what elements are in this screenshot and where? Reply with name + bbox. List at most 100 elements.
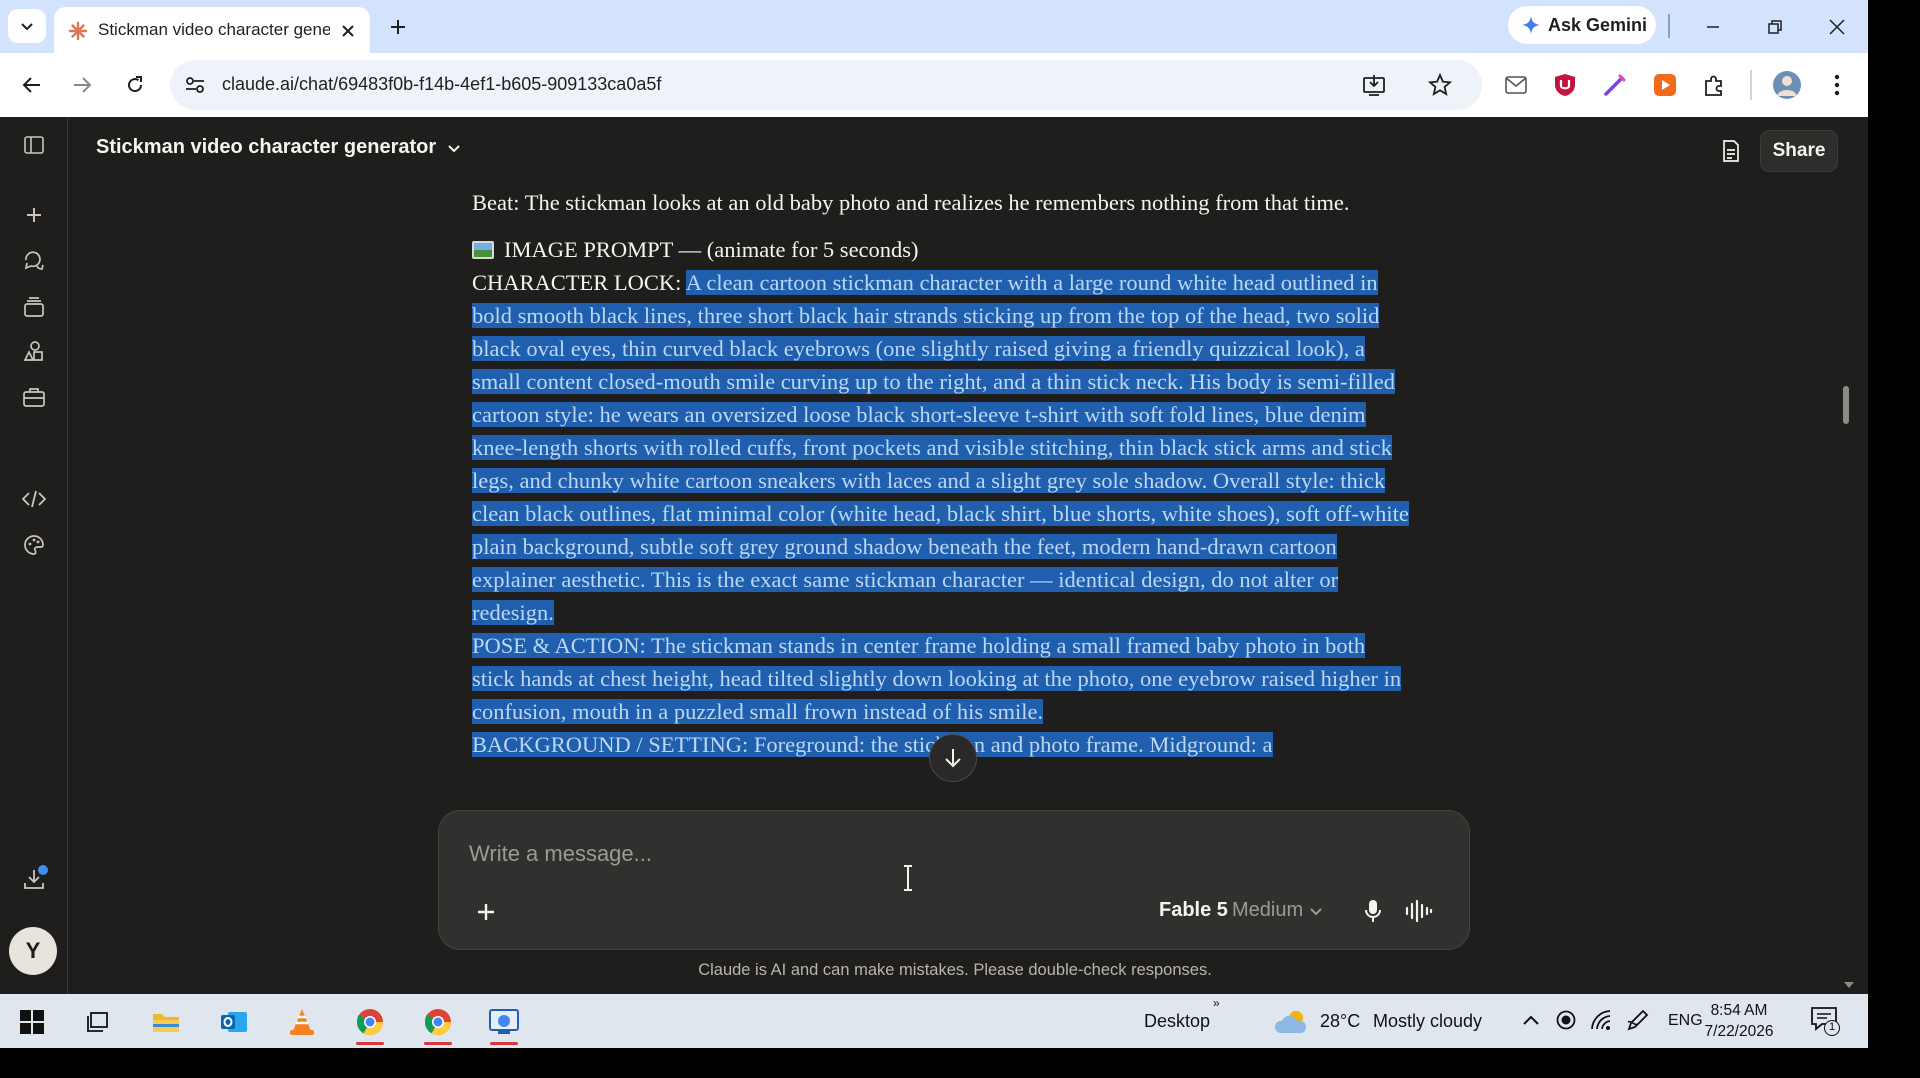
voice-mode-button[interactable] [1401, 895, 1437, 927]
browser-toolbar: claude.ai/chat/69483f0b-f14b-4ef1-b605-9… [0, 53, 1868, 117]
chat-title-button[interactable]: Stickman video character generator [96, 136, 462, 159]
scroll-down-arrow[interactable] [1844, 982, 1854, 988]
screen: Stickman video character gene Ask Gemini [0, 0, 1868, 1048]
claude-favicon-icon [68, 21, 88, 41]
cloud-sun-icon[interactable] [1274, 1009, 1308, 1035]
briefcase-button[interactable] [16, 379, 52, 415]
task-view-icon [87, 1012, 108, 1032]
orange-extension-icon[interactable] [1648, 68, 1682, 102]
browser-tab[interactable]: Stickman video character gene [54, 7, 370, 53]
arrow-left-icon [22, 77, 40, 93]
ask-gemini-label: Ask Gemini [1548, 14, 1648, 35]
clock-date: 7/22/2026 [1704, 1023, 1774, 1040]
chevron-up-icon[interactable] [1522, 1014, 1540, 1026]
bookmark-star-icon[interactable] [1428, 73, 1452, 97]
profile-avatar-icon[interactable] [1770, 68, 1804, 102]
user-avatar[interactable]: Y [9, 927, 57, 975]
notifications-button[interactable]: 1 [1810, 1006, 1842, 1038]
running-indicator [490, 1042, 518, 1045]
extensions-puzzle-icon[interactable] [1697, 68, 1731, 102]
notification-count: 1 [1824, 1020, 1840, 1036]
dictation-button[interactable] [1357, 895, 1389, 927]
document-icon [1723, 140, 1739, 162]
code-button[interactable] [16, 481, 52, 517]
tab-close-button[interactable] [336, 19, 360, 43]
projects-button[interactable] [16, 289, 52, 325]
chrome-menu-icon[interactable] [1820, 68, 1854, 102]
character-lock-paragraph: CHARACTER LOCK: A clean cartoon stickman… [472, 266, 1412, 629]
restore-button[interactable] [1758, 10, 1792, 44]
chat-title: Stickman video character generator [96, 136, 437, 158]
stack-icon [24, 297, 44, 317]
divider [1668, 14, 1670, 38]
palette-button[interactable] [16, 527, 52, 563]
share-button[interactable]: Share [1760, 130, 1838, 172]
tab-title: Stickman video character gene [98, 20, 330, 39]
chats-button[interactable] [16, 243, 52, 279]
chevron-down-icon [21, 23, 33, 31]
chrome-profile-taskbar-button[interactable] [418, 1002, 458, 1045]
tab-search-button[interactable] [8, 9, 46, 43]
effort-selector[interactable]: Medium [1232, 899, 1323, 922]
model-name[interactable]: Fable 5 [1159, 899, 1228, 922]
running-indicator [356, 1042, 384, 1045]
screen-border [0, 1048, 1920, 1078]
address-bar[interactable]: claude.ai/chat/69483f0b-f14b-4ef1-b605-9… [170, 60, 1482, 110]
add-attachment-button[interactable] [471, 897, 501, 927]
arrow-right-icon [74, 77, 92, 93]
document-button[interactable] [1712, 132, 1750, 170]
chevron-down-icon [1310, 907, 1322, 915]
minimize-button[interactable] [1696, 10, 1730, 44]
window-app-icon [489, 1009, 519, 1034]
chrome-icon [356, 1009, 384, 1036]
pen-extension-icon[interactable] [1598, 68, 1632, 102]
toolbar-overflow-icon[interactable]: » [1213, 996, 1220, 1010]
pen-input-icon[interactable] [1626, 1008, 1650, 1032]
remote-app-taskbar-button[interactable] [484, 1002, 524, 1045]
vlc-button[interactable] [282, 1002, 322, 1042]
wifi-icon[interactable] [1590, 1009, 1612, 1031]
pose-action-paragraph: POSE & ACTION: The stickman stands in ce… [472, 629, 1412, 728]
ublock-extension-icon[interactable] [1548, 68, 1582, 102]
toggle-sidebar-button[interactable] [16, 127, 52, 163]
desktop-toolbar-label[interactable]: Desktop [1144, 1011, 1210, 1032]
url-text: claude.ai/chat/69483f0b-f14b-4ef1-b605-9… [222, 74, 662, 94]
clock-time: 8:54 AM [1710, 1002, 1768, 1019]
scrollbar-thumb[interactable] [1843, 386, 1849, 424]
arrow-down-icon [945, 749, 961, 768]
effort-label: Medium [1232, 899, 1304, 921]
new-chat-button[interactable] [16, 197, 52, 233]
system-clock[interactable]: 8:54 AM 7/22/2026 [1702, 1000, 1776, 1042]
weather-temperature[interactable]: 28°C [1320, 1011, 1360, 1032]
back-button[interactable] [14, 67, 50, 103]
plus-icon [391, 20, 405, 34]
task-view-button[interactable] [78, 1002, 118, 1042]
ask-gemini-button[interactable]: Ask Gemini [1508, 6, 1656, 44]
plus-icon [478, 904, 494, 920]
chevron-down-icon [448, 144, 460, 152]
chrome-icon [424, 1009, 452, 1036]
chrome-taskbar-button[interactable] [350, 1002, 390, 1045]
language-indicator[interactable]: ENG [1668, 1012, 1703, 1030]
mail-extension-icon[interactable] [1499, 68, 1533, 102]
scroll-to-bottom-button[interactable] [929, 734, 977, 782]
record-icon[interactable] [1556, 1010, 1576, 1030]
forward-button[interactable] [64, 67, 100, 103]
install-app-icon[interactable] [1362, 73, 1386, 97]
plus-icon [27, 208, 41, 222]
site-settings-icon[interactable] [184, 74, 206, 96]
windows-logo-icon [20, 1010, 44, 1034]
start-button[interactable] [12, 1002, 52, 1042]
outlook-button[interactable] [214, 1002, 254, 1042]
artifacts-button[interactable] [16, 333, 52, 369]
weather-condition[interactable]: Mostly cloudy [1373, 1011, 1482, 1032]
outlook-icon [221, 1012, 247, 1032]
close-window-button[interactable] [1820, 10, 1854, 44]
file-explorer-button[interactable] [146, 1002, 186, 1042]
text-cursor-icon [904, 865, 912, 891]
new-tab-button[interactable] [383, 12, 413, 42]
message-input[interactable] [469, 841, 1369, 867]
reload-button[interactable] [117, 67, 153, 103]
close-icon [342, 25, 354, 37]
reload-icon [128, 76, 143, 93]
